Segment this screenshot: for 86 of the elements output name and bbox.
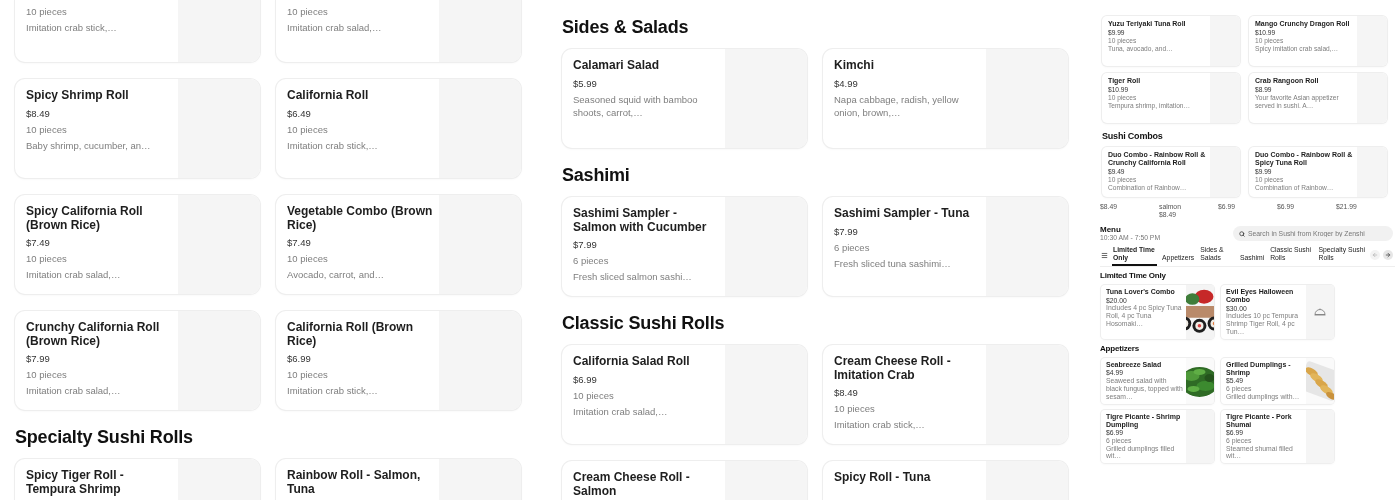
item-name: Crunchy California Roll (Brown Rice) bbox=[26, 321, 161, 348]
cloche-icon bbox=[1314, 307, 1326, 317]
item-pieces: 10 pieces bbox=[26, 5, 67, 18]
section-heading: Specialty Sushi Rolls bbox=[15, 426, 194, 449]
item-name: Spicy Tiger Roll - Tempura Shrimp bbox=[26, 469, 125, 496]
item-description: Imitation crab salad,… bbox=[26, 268, 121, 281]
item-name: Cream Cheese Roll - Salmon bbox=[573, 471, 691, 498]
item-description: Imitation crab stick,… bbox=[287, 138, 378, 152]
menu-item-card[interactable]: Cream Cheese Roll - Imitation Crab $8.49 10 pieces Imitation crab stick,… bbox=[823, 345, 1068, 444]
menu-item-card[interactable]: Calamari Salad $5.99 Seasoned squid with bamboo shoots, carrot,… bbox=[562, 49, 807, 148]
item-description: Avocado, carrot, and… bbox=[287, 268, 384, 281]
search-icon bbox=[1239, 230, 1245, 237]
menu-item-card[interactable]: Rainbow Roll - Salmon, Tuna bbox=[276, 459, 521, 500]
item-pieces: 6 pieces bbox=[834, 240, 870, 254]
item-name: Sashimi Sampler - Salmon with Cucumber bbox=[573, 207, 708, 234]
item-price: $6.49 bbox=[287, 106, 311, 120]
item-price: $4.99 bbox=[834, 76, 858, 90]
item-price: $8.49 bbox=[834, 386, 858, 399]
menu-item-card[interactable]: Vegetable Combo (Brown Rice) $7.49 10 pieces Avocado, carrot, and… bbox=[276, 195, 521, 294]
item-description: Fresh sliced salmon sashi… bbox=[573, 270, 692, 283]
section-heading: Sashimi bbox=[562, 164, 631, 187]
item-description: Imitation crab stick,… bbox=[834, 418, 925, 431]
section-heading: Sides & Salads bbox=[562, 16, 690, 39]
item-pieces: 10 pieces bbox=[287, 252, 328, 265]
menu-item-card[interactable]: Spicy Roll - Tuna bbox=[823, 461, 1068, 500]
section-heading: Limited Time Only bbox=[1100, 270, 1167, 282]
item-pieces: 10 pieces bbox=[287, 368, 328, 381]
item-description: Napa cabbage, radish, yellow onion, brown,… bbox=[834, 92, 960, 119]
section-heading: Classic Sushi Rolls bbox=[562, 312, 726, 335]
item-pieces: 10 pieces bbox=[573, 388, 614, 402]
menu-item-card[interactable]: Kimchi $4.99 Napa cabbage, radish, yellow onion, brown,… bbox=[823, 49, 1068, 148]
menu-item-card[interactable]: 10 pieces Imitation crab salad,… bbox=[276, 0, 521, 62]
item-name: Vegetable Combo (Brown Rice) bbox=[287, 205, 434, 232]
item-pieces: 10 pieces bbox=[287, 5, 328, 18]
item-price: $6.99 bbox=[287, 352, 311, 365]
item-name: Cream Cheese Roll - Imitation Crab bbox=[834, 355, 952, 382]
menu-item-card[interactable]: Spicy California Roll (Brown Rice) $7.49 10 pieces Imitation crab salad,… bbox=[15, 195, 260, 294]
menu-item-card[interactable]: California Roll (Brown Rice) $6.99 10 pieces Imitation crab stick,… bbox=[276, 311, 521, 410]
section-heading: Appetizers bbox=[1100, 342, 1140, 355]
arrow-right-icon bbox=[1385, 252, 1391, 258]
item-name: Sashimi Sampler - Tuna bbox=[834, 207, 970, 221]
item-description: Seasoned squid with bamboo shoots, carrot,… bbox=[573, 92, 699, 119]
menu-item-card[interactable]: Sashimi Sampler - Tuna $7.99 6 pieces Fresh sliced tuna sashimi… bbox=[823, 197, 1068, 296]
item-name: Spicy Shrimp Roll bbox=[26, 89, 129, 103]
item-pieces: 10 pieces bbox=[26, 252, 67, 265]
section-heading: Sushi Combos bbox=[1102, 130, 1164, 143]
item-description: Baby shrimp, cucumber, an… bbox=[26, 138, 151, 152]
item-description: Fresh sliced tuna sashimi… bbox=[834, 256, 951, 270]
item-price: $7.99 bbox=[834, 224, 858, 238]
item-name: Spicy California Roll (Brown Rice) bbox=[26, 205, 144, 232]
scroll-right-button[interactable] bbox=[1383, 250, 1393, 260]
item-pieces: 6 pieces bbox=[573, 254, 609, 267]
menu-item-card[interactable]: Spicy Shrimp Roll $8.49 10 pieces Baby shrimp, cucumber, an… bbox=[15, 79, 260, 178]
item-pieces: 10 pieces bbox=[287, 122, 328, 136]
item-description: Imitation crab salad,… bbox=[287, 21, 382, 34]
item-price: $7.99 bbox=[26, 352, 50, 365]
menu-title: Menu bbox=[1100, 225, 1121, 234]
menu-icon[interactable] bbox=[1101, 251, 1108, 259]
menu-item-card[interactable]: California Salad Roll $6.99 10 pieces Imitation crab salad,… bbox=[562, 345, 807, 444]
arrow-left-icon bbox=[1372, 252, 1378, 258]
item-description: Imitation crab stick,… bbox=[26, 21, 117, 34]
item-name: California Roll bbox=[287, 89, 369, 103]
item-pieces: 10 pieces bbox=[834, 402, 875, 415]
item-price: $7.49 bbox=[287, 236, 311, 249]
item-price: $8.49 bbox=[26, 106, 50, 120]
item-name: Spicy Roll - Tuna bbox=[834, 471, 931, 485]
menu-item-card[interactable]: California Roll $6.49 10 pieces Imitation crab stick,… bbox=[276, 79, 521, 178]
item-description: Imitation crab salad,… bbox=[26, 384, 121, 397]
menu-item-card[interactable]: 10 pieces Imitation crab stick,… bbox=[15, 0, 260, 62]
item-price: $7.49 bbox=[26, 236, 50, 249]
item-pieces: 10 pieces bbox=[26, 122, 67, 136]
item-price: $5.99 bbox=[573, 76, 597, 90]
item-name: Kimchi bbox=[834, 59, 874, 73]
menu-item-card[interactable]: Sashimi Sampler - Salmon with Cucumber $7.99 6 pieces Fresh sliced salmon sashi… bbox=[562, 197, 807, 296]
item-name: Rainbow Roll - Salmon, Tuna bbox=[287, 469, 422, 496]
item-description: Imitation crab stick,… bbox=[287, 384, 378, 397]
menu-item-card[interactable]: Cream Cheese Roll - Salmon bbox=[562, 461, 807, 500]
item-price: $7.99 bbox=[573, 238, 597, 251]
menu-item-card[interactable]: Crunchy California Roll (Brown Rice) $7.99 10 pieces Imitation crab salad,… bbox=[15, 311, 260, 410]
item-name: California Salad Roll bbox=[573, 355, 690, 369]
item-description: Imitation crab salad,… bbox=[573, 404, 668, 418]
item-name: California Roll (Brown Rice) bbox=[287, 321, 414, 348]
item-name: Calamari Salad bbox=[573, 59, 660, 73]
item-pieces: 10 pieces bbox=[26, 368, 67, 381]
menu-item-card[interactable]: Spicy Tiger Roll - Tempura Shrimp bbox=[15, 459, 260, 500]
item-price: $6.99 bbox=[573, 372, 597, 386]
